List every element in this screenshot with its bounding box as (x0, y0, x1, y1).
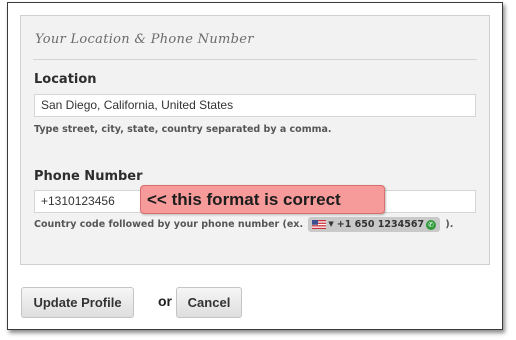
phone-hint-prefix: Country code followed by your phone numb… (34, 219, 304, 230)
section-divider (33, 59, 477, 60)
format-callout: << this format is correct (140, 185, 385, 214)
location-phone-panel: Your Location & Phone Number Location Sa… (20, 15, 490, 265)
cancel-button[interactable]: Cancel (176, 287, 242, 318)
update-profile-button[interactable]: Update Profile (21, 287, 134, 318)
phone-label: Phone Number (34, 169, 143, 184)
example-phone-chip: ▼ +1 650 1234567 ✆ (308, 217, 441, 232)
section-title: Your Location & Phone Number (35, 32, 254, 47)
phone-hint: Country code followed by your phone numb… (34, 217, 453, 232)
profile-form-window: Your Location & Phone Number Location Sa… (7, 2, 503, 330)
phone-icon: ✆ (426, 219, 437, 230)
or-separator: or (158, 293, 172, 309)
us-flag-icon (312, 220, 327, 229)
phone-hint-suffix: ). (445, 219, 454, 230)
location-label: Location (34, 72, 97, 87)
location-hint: Type street, city, state, country separa… (34, 124, 332, 135)
location-input[interactable]: San Diego, California, United States (34, 94, 476, 117)
caret-down-icon: ▼ (328, 220, 334, 228)
example-phone-number: +1 650 1234567 (336, 219, 425, 230)
